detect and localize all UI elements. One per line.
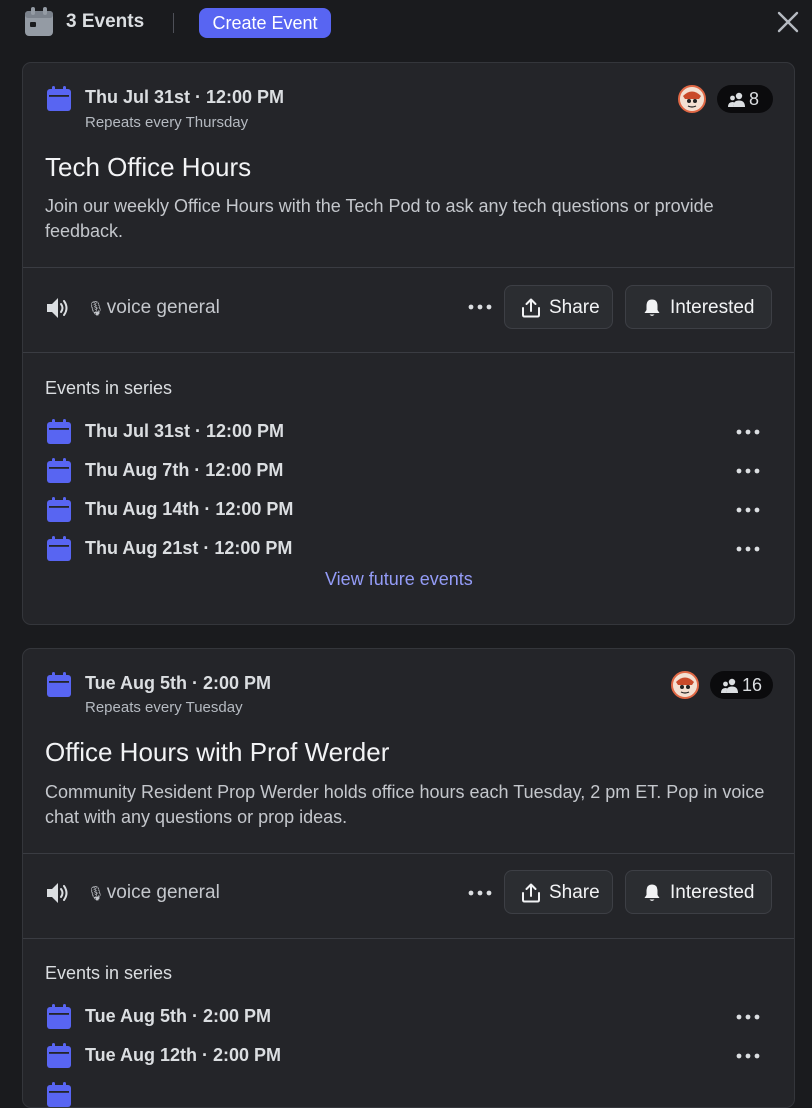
more-options-icon[interactable]	[467, 303, 493, 311]
channel-name: voice general	[106, 297, 220, 318]
calendar-icon	[47, 419, 71, 444]
interested-label: Interested	[670, 882, 755, 903]
share-button[interactable]: Share	[504, 870, 613, 914]
events-header: 3 Events Create Event	[0, 0, 812, 46]
speaker-icon	[47, 298, 68, 318]
calendar-icon	[47, 497, 71, 522]
event-title[interactable]: Tech Office Hours	[45, 152, 251, 183]
series-date[interactable]: Thu Aug 14th · 12:00 PM	[85, 499, 293, 520]
avatar[interactable]	[671, 671, 699, 699]
calendar-icon	[47, 1082, 71, 1107]
share-label: Share	[549, 882, 600, 903]
people-icon	[721, 678, 738, 693]
interested-label: Interested	[670, 297, 755, 318]
channel-name: voice general	[106, 882, 220, 903]
bell-icon	[644, 299, 660, 316]
view-future-events-link[interactable]: View future events	[325, 569, 473, 590]
event-description: Join our weekly Office Hours with the Te…	[45, 196, 714, 241]
create-event-button[interactable]: Create Event	[199, 8, 331, 38]
calendar-icon	[47, 536, 71, 561]
share-icon	[522, 883, 540, 903]
calendar-icon	[47, 86, 71, 111]
more-options-icon[interactable]	[467, 889, 493, 897]
speaker-icon	[47, 883, 68, 903]
interested-button[interactable]: Interested	[625, 870, 772, 914]
series-date[interactable]: Thu Jul 31st · 12:00 PM	[85, 421, 284, 442]
event-card: Tue Aug 5th · 2:00 PM Repeats every Tues…	[22, 648, 795, 1108]
series-date[interactable]: Thu Aug 21st · 12:00 PM	[85, 538, 292, 559]
series-date[interactable]: Thu Aug 7th · 12:00 PM	[85, 460, 283, 481]
divider	[23, 938, 794, 939]
microphone-icon: 🎙	[87, 885, 105, 901]
interested-count: 16	[742, 675, 763, 695]
series-date[interactable]: Tue Aug 12th · 2:00 PM	[85, 1045, 281, 1066]
events-count: 3 Events	[66, 11, 145, 32]
avatar-image	[680, 87, 704, 111]
more-options-icon[interactable]	[735, 428, 761, 436]
interested-count-badge[interactable]: 8	[717, 85, 773, 113]
interested-count: 8	[749, 89, 760, 109]
more-options-icon[interactable]	[735, 467, 761, 475]
divider	[23, 853, 794, 854]
series-heading: Events in series	[45, 378, 173, 398]
share-label: Share	[549, 297, 600, 318]
calendar-icon	[25, 7, 53, 36]
divider	[23, 352, 794, 353]
event-card: Thu Jul 31st · 12:00 PM Repeats every Th…	[22, 62, 795, 625]
interested-count-badge[interactable]: 16	[710, 671, 773, 699]
share-button[interactable]: Share	[504, 285, 613, 329]
avatar-image	[673, 673, 697, 697]
event-channel[interactable]: 🎙 voice general	[87, 882, 220, 904]
event-date: Thu Jul 31st · 12:00 PM	[85, 87, 285, 107]
calendar-icon	[47, 1043, 71, 1068]
event-description: Community Resident Prop Werder holds off…	[45, 782, 765, 827]
divider	[23, 267, 794, 268]
event-title[interactable]: Office Hours with Prof Werder	[45, 737, 389, 768]
avatar[interactable]	[678, 85, 706, 113]
calendar-icon	[47, 1004, 71, 1029]
share-icon	[522, 298, 540, 318]
series-heading: Events in series	[45, 963, 173, 983]
people-icon	[728, 92, 745, 107]
more-options-icon[interactable]	[735, 1013, 761, 1021]
more-options-icon[interactable]	[735, 545, 761, 553]
more-options-icon[interactable]	[735, 1052, 761, 1060]
bell-icon	[644, 884, 660, 901]
microphone-icon: 🎙	[87, 300, 105, 316]
event-channel[interactable]: 🎙 voice general	[87, 297, 220, 319]
series-date[interactable]: Tue Aug 5th · 2:00 PM	[85, 1006, 271, 1027]
close-icon[interactable]	[776, 10, 800, 34]
more-options-icon[interactable]	[735, 506, 761, 514]
interested-button[interactable]: Interested	[625, 285, 772, 329]
divider	[173, 13, 174, 33]
event-recurrence: Repeats every Thursday	[85, 114, 249, 131]
calendar-icon	[47, 458, 71, 483]
calendar-icon	[47, 672, 71, 697]
event-recurrence: Repeats every Tuesday	[85, 699, 243, 716]
event-date: Tue Aug 5th · 2:00 PM	[85, 673, 272, 693]
